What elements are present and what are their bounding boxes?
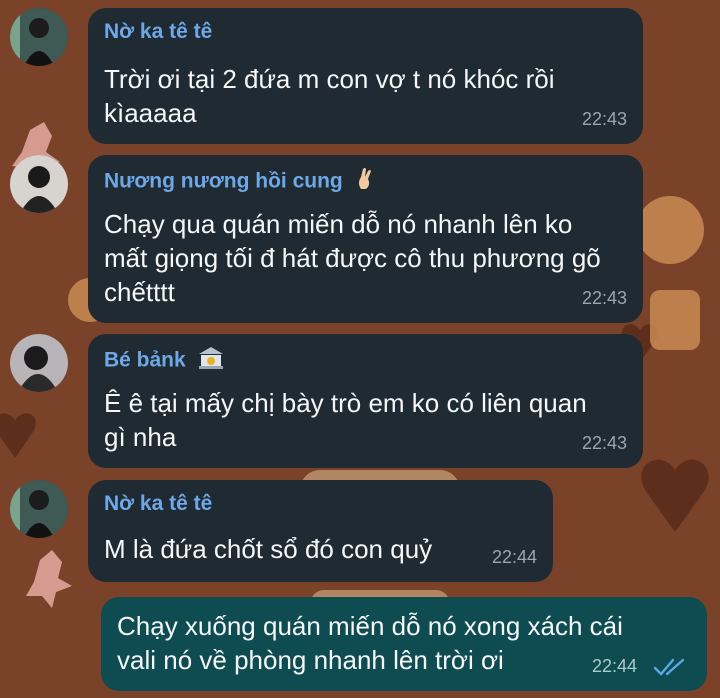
message-time: 22:44 — [491, 547, 537, 567]
sender-name[interactable]: Nờ ka tê tê — [104, 20, 212, 44]
double-check-icon — [653, 658, 685, 676]
outgoing-message-bubble[interactable]: Chạy xuống quán miến dỗ nó xong xách cái… — [101, 597, 707, 691]
message-time: 22:43 — [581, 109, 627, 129]
sender-name[interactable]: Nờ ka tê tê — [104, 492, 212, 516]
message-text: Chạy qua quán miến dỗ nó nhanh lên ko mấ… — [104, 209, 601, 307]
message-text: Trời ơi tại 2 đứa m con vợ t nó khóc rồi… — [104, 64, 555, 128]
sender-name[interactable]: Bé bảnk — [104, 346, 224, 376]
message-bubble[interactable]: Nờ ka tê tê Trời ơi tại 2 đứa m con vợ t… — [88, 8, 643, 144]
message-text: Ê ê tại mấy chị bày trò em ko có liên qu… — [104, 388, 587, 452]
avatar[interactable] — [10, 8, 68, 66]
avatar[interactable] — [10, 155, 68, 213]
message-text: M là đứa chốt sổ đó con quỷ — [104, 534, 433, 564]
sender-name[interactable]: Nương nương hồi cung — [104, 167, 375, 197]
message-time: 22:44 — [591, 656, 637, 676]
message-bubble[interactable]: Nờ ka tê tê M là đứa chốt sổ đó con quỷ … — [88, 480, 553, 582]
message-bubble[interactable]: Bé bảnk Ê ê tại mấy chị bày trò em ko có… — [88, 334, 643, 468]
bank-icon — [198, 346, 224, 376]
avatar[interactable] — [10, 480, 68, 538]
message-bubble[interactable]: Nương nương hồi cung Chạy qua quán miến … — [88, 155, 643, 323]
message-time: 22:43 — [581, 433, 627, 453]
sender-name-label: Nương nương hồi cung — [104, 169, 343, 193]
crossed-fingers-icon — [355, 167, 375, 197]
message-time: 22:43 — [581, 288, 627, 308]
message-text: Chạy xuống quán miến dỗ nó xong xách cái… — [117, 611, 623, 675]
sender-name-label: Bé bảnk — [104, 348, 186, 372]
avatar[interactable] — [10, 334, 68, 392]
